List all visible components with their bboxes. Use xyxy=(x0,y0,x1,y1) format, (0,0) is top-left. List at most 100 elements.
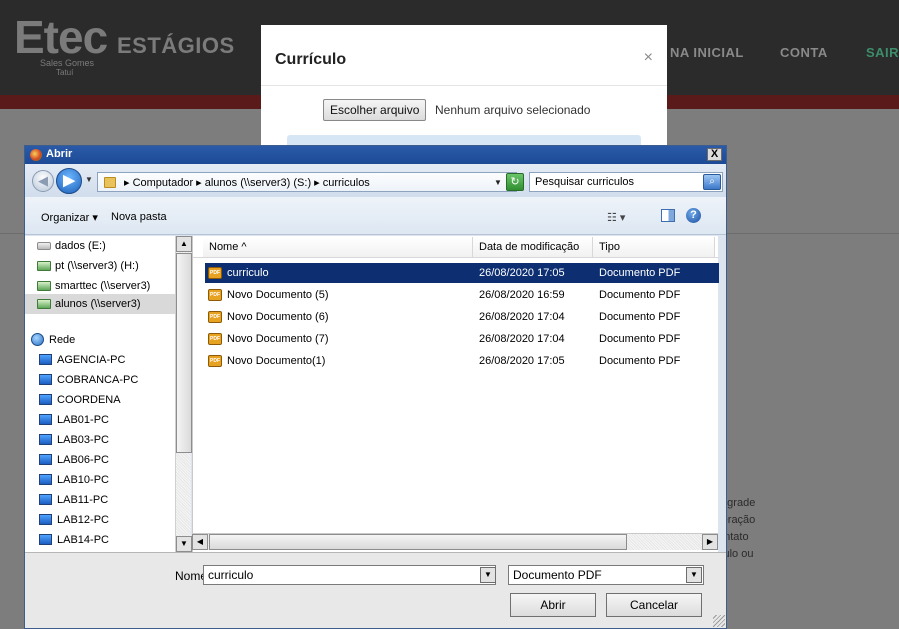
views-icon[interactable]: ☷ ▾ xyxy=(607,211,625,224)
nav-item-computer[interactable]: LAB12-PC xyxy=(25,510,175,530)
site-logo: Etec xyxy=(14,11,108,63)
column-type[interactable]: Tipo xyxy=(593,237,715,257)
computer-icon xyxy=(39,354,52,365)
computer-icon xyxy=(39,434,52,445)
file-row[interactable]: PDF Novo Documento (5) 26/08/2020 16:59 … xyxy=(205,285,719,305)
scroll-thumb[interactable] xyxy=(176,253,192,453)
file-date: 26/08/2020 17:04 xyxy=(479,333,565,345)
file-name-dropdown-icon[interactable]: ▼ xyxy=(480,567,496,583)
dialog-titlebar[interactable]: Abrir X xyxy=(25,146,726,164)
scroll-right-icon[interactable]: ▶ xyxy=(702,534,718,550)
nav-item-computer[interactable]: LAB03-PC xyxy=(25,430,175,450)
scroll-down-icon[interactable]: ▼ xyxy=(176,536,192,552)
nav-item-label: LAB06-PC xyxy=(57,454,109,466)
new-folder-button[interactable]: Nova pasta xyxy=(111,211,167,223)
search-box[interactable]: Pesquisar curriculos ⌕ xyxy=(529,172,723,192)
modal-title: Currículo xyxy=(275,51,347,68)
nav-item-label: pt (\\server3) (H:) xyxy=(55,260,139,272)
address-bar[interactable]: ▸ Computador ▸ alunos (\\server3) (S:) ▸… xyxy=(97,172,517,192)
history-dropdown-icon[interactable]: ▼ xyxy=(85,175,93,184)
pdf-icon: PDF xyxy=(208,289,222,301)
column-date[interactable]: Data de modificação xyxy=(473,237,593,257)
file-row[interactable]: PDF curriculo 26/08/2020 17:05 Documento… xyxy=(205,263,719,283)
cancel-button[interactable]: Cancelar xyxy=(606,593,702,617)
nav-item-computer[interactable]: LAB11-PC xyxy=(25,490,175,510)
file-type: Documento PDF xyxy=(599,355,681,367)
nav-item-label: Rede xyxy=(49,334,76,346)
computer-icon xyxy=(39,394,52,405)
nav-item-label: LAB03-PC xyxy=(57,434,109,446)
modal-close-icon[interactable]: × xyxy=(644,49,653,67)
preview-pane-icon[interactable] xyxy=(661,209,675,222)
file-list-hscrollbar[interactable]: ◀ ▶ xyxy=(192,533,718,550)
nav-item-label: LAB14-PC xyxy=(57,534,109,546)
nav-item-network[interactable]: Rede xyxy=(25,330,175,350)
address-dropdown-icon[interactable]: ▼ xyxy=(494,178,502,187)
scroll-up-icon[interactable]: ▲ xyxy=(176,236,192,252)
back-arrow-icon[interactable]: ◀ xyxy=(32,170,54,192)
sort-up-icon: ^ xyxy=(241,241,247,253)
help-icon[interactable]: ? xyxy=(686,208,701,223)
drive-icon xyxy=(37,242,51,250)
nav-item-computer[interactable]: COORDENA xyxy=(25,390,175,410)
search-icon[interactable]: ⌕ xyxy=(703,174,721,190)
dialog-close-button[interactable]: X xyxy=(707,148,722,161)
file-row[interactable]: PDF Novo Documento(1) 26/08/2020 17:05 D… xyxy=(205,351,719,371)
nav-item-drive-e[interactable]: dados (E:) xyxy=(25,236,175,256)
nav-item-computer[interactable]: LAB14-PC xyxy=(25,530,175,550)
nav-item-computer[interactable]: COBRANCA-PC xyxy=(25,370,175,390)
nav-account[interactable]: CONTA xyxy=(780,45,828,60)
file-list: Nome ^ Data de modificação Tipo PDF curr… xyxy=(192,236,719,552)
computer-icon xyxy=(39,494,52,505)
search-input[interactable]: Pesquisar curriculos xyxy=(535,176,634,188)
nav-item-label: LAB01-PC xyxy=(57,414,109,426)
computer-icon xyxy=(39,474,52,485)
address-path[interactable]: ▸ Computador ▸ alunos (\\server3) (S:) ▸… xyxy=(124,176,370,189)
nav-item-label: COORDENA xyxy=(57,394,121,406)
nav-item-label: LAB12-PC xyxy=(57,514,109,526)
nav-item-alunos[interactable]: alunos (\\server3) xyxy=(25,294,175,314)
forward-arrow-icon[interactable]: ▶ xyxy=(56,168,82,194)
file-name: Novo Documento (7) xyxy=(227,333,329,345)
nav-item-label: smarttec (\\server3) xyxy=(55,280,151,292)
file-date: 26/08/2020 16:59 xyxy=(479,289,565,301)
computer-icon xyxy=(39,454,52,465)
column-name-label: Nome xyxy=(209,241,239,253)
choose-file-button[interactable]: Escolher arquivo xyxy=(323,99,427,121)
nav-item-computer[interactable]: AGENCIA-PC xyxy=(25,350,175,370)
resize-grip[interactable] xyxy=(713,615,725,627)
nav-item-drive-h[interactable]: pt (\\server3) (H:) xyxy=(25,256,175,276)
computer-icon xyxy=(39,534,52,545)
file-name-input[interactable]: curriculo xyxy=(203,565,496,585)
nav-item-computer[interactable]: LAB06-PC xyxy=(25,450,175,470)
network-drive-icon xyxy=(37,281,51,291)
file-type: Documento PDF xyxy=(599,333,681,345)
organize-button[interactable]: Organizar ▾ xyxy=(41,211,98,224)
nav-item-label: LAB11-PC xyxy=(57,494,109,506)
header-divider xyxy=(193,257,719,258)
nav-item-smarttec[interactable]: smarttec (\\server3) xyxy=(25,276,175,296)
hscroll-thumb[interactable] xyxy=(209,534,627,550)
scroll-left-icon[interactable]: ◀ xyxy=(192,534,208,550)
nav-logout[interactable]: SAIR xyxy=(866,45,899,60)
nav-item-computer[interactable]: LAB01-PC xyxy=(25,410,175,430)
navigation-pane: dados (E:) pt (\\server3) (H:) smarttec … xyxy=(25,236,191,552)
pdf-icon: PDF xyxy=(208,311,222,323)
file-type-dropdown-icon[interactable]: ▼ xyxy=(686,567,702,583)
open-button[interactable]: Abrir xyxy=(510,593,596,617)
nav-scrollbar[interactable]: ▲ ▼ xyxy=(175,236,192,552)
refresh-icon[interactable]: ↻ xyxy=(506,173,524,191)
file-row[interactable]: PDF Novo Documento (7) 26/08/2020 17:04 … xyxy=(205,329,719,349)
modal-divider xyxy=(261,85,667,86)
dialog-toolbar: Organizar ▾ Nova pasta ☷ ▾ ? xyxy=(25,197,726,235)
file-row[interactable]: PDF Novo Documento (6) 26/08/2020 17:04 … xyxy=(205,307,719,327)
column-name[interactable]: Nome ^ xyxy=(203,237,473,257)
site-logo-word: ESTÁGIOS xyxy=(117,33,235,58)
chrome-icon xyxy=(30,149,42,161)
file-status: Nenhum arquivo selecionado xyxy=(435,103,591,117)
nav-home[interactable]: NA INICIAL xyxy=(670,45,744,60)
pdf-icon: PDF xyxy=(208,267,222,279)
nav-item-label: alunos (\\server3) xyxy=(55,298,141,310)
nav-item-computer[interactable]: LAB10-PC xyxy=(25,470,175,490)
file-type-select[interactable]: Documento PDF xyxy=(508,565,704,585)
